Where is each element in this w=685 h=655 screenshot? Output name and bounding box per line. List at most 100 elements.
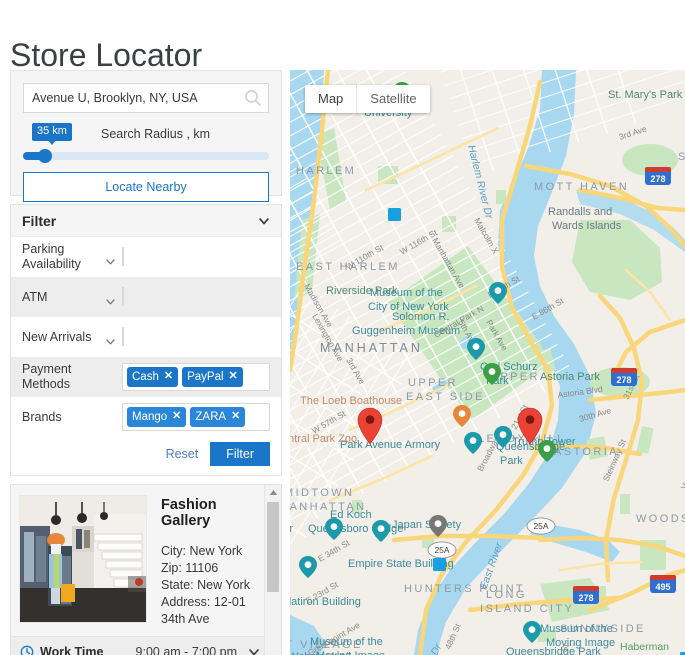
store-info: Fashion Gallery City: New York Zip: 1110… xyxy=(147,495,259,628)
filter-control: Cash ✕ PayPal ✕ xyxy=(122,363,270,391)
svg-text:25A: 25A xyxy=(434,545,449,555)
filter-row-atm: ATM Yes xyxy=(11,277,281,317)
atm-select[interactable]: Yes xyxy=(106,287,124,306)
store-meta: City: New York Zip: 11106 State: New Yor… xyxy=(161,543,259,628)
map-type-map[interactable]: Map xyxy=(305,85,356,113)
svg-text:Solomon R.: Solomon R. xyxy=(392,311,449,323)
parking-select[interactable]: Yes xyxy=(106,247,124,266)
search-panel: Search Radius , km 35 km Locate Nearby xyxy=(10,70,282,202)
scroll-up-icon[interactable] xyxy=(265,485,281,500)
tag-chip[interactable]: Mango ✕ xyxy=(127,407,187,427)
chevron-down-icon xyxy=(105,296,116,307)
chevron-down-icon xyxy=(105,256,116,267)
map-type-control[interactable]: Map Satellite xyxy=(305,85,430,113)
tag-label: Cash xyxy=(132,370,159,383)
map-canvas[interactable]: HARLEM MOTT HAVEN EAST HARLEM STEINW UPP… xyxy=(290,70,685,655)
svg-text:MIDTOWN: MIDTOWN xyxy=(290,487,354,499)
filter-control: Yes xyxy=(106,247,270,266)
svg-text:The Loeb Boathouse: The Loeb Boathouse xyxy=(300,395,402,407)
filter-row-new-arrivals: New Arrivals Please Select xyxy=(11,317,281,357)
slider-track[interactable] xyxy=(23,149,269,163)
filter-title: Filter xyxy=(22,212,57,229)
svg-text:Wards Islands: Wards Islands xyxy=(552,220,622,232)
filter-actions: Reset Filter xyxy=(11,437,281,475)
remove-tag-icon[interactable]: ✕ xyxy=(164,371,173,382)
apply-filter-button[interactable]: Filter xyxy=(210,442,270,466)
svg-text:Japan Society: Japan Society xyxy=(392,519,462,531)
tag-label: ZARA xyxy=(195,410,227,423)
svg-text:Randalls and: Randalls and xyxy=(548,206,612,218)
marker-manhattan[interactable] xyxy=(357,407,383,445)
svg-text:St. Mary's Park: St. Mary's Park xyxy=(608,89,683,101)
svg-text:Park: Park xyxy=(500,455,523,467)
radius-label: Search Radius , km xyxy=(101,127,211,141)
map-type-satellite[interactable]: Satellite xyxy=(356,85,429,113)
tag-chip[interactable]: ZARA ✕ xyxy=(190,407,246,427)
city-value: New York xyxy=(189,544,243,558)
store-address-row: Address: 12-01 34th Ave xyxy=(161,594,259,628)
svg-text:25A: 25A xyxy=(533,521,548,531)
results-scrollbar[interactable] xyxy=(264,485,281,655)
tag-chip[interactable]: Cash ✕ xyxy=(127,367,179,387)
store-name: Fashion Gallery xyxy=(161,497,217,529)
tag-label: Mango xyxy=(132,410,168,423)
tag-chip[interactable]: PayPal ✕ xyxy=(182,367,243,387)
reset-button[interactable]: Reset xyxy=(166,447,199,461)
list-item[interactable]: Fashion Gallery City: New York Zip: 1110… xyxy=(11,485,269,636)
svg-text:Moving Image: Moving Image xyxy=(546,637,615,649)
filter-row-parking: Parking Availability Yes xyxy=(11,237,281,277)
store-locator-page: Store Locator Search Radius , km 35 km xyxy=(0,0,685,655)
new-arrivals-select[interactable]: Please Select xyxy=(106,327,124,346)
store-thumbnail xyxy=(19,495,147,623)
left-panel: Search Radius , km 35 km Locate Nearby F… xyxy=(10,70,282,655)
payment-methods-tagbox[interactable]: Cash ✕ PayPal ✕ xyxy=(122,363,270,391)
search-row xyxy=(23,83,269,113)
results-panel: Fashion Gallery City: New York Zip: 1110… xyxy=(10,484,282,655)
svg-text:Center: Center xyxy=(290,523,293,535)
radius-slider[interactable]: Search Radius , km 35 km xyxy=(23,123,269,163)
remove-tag-icon[interactable]: ✕ xyxy=(231,411,240,422)
svg-text:Flatiron Building: Flatiron Building xyxy=(290,596,361,608)
svg-text:Astoria Park: Astoria Park xyxy=(540,371,600,383)
filter-control: Please Select xyxy=(106,327,270,346)
state-value: New York xyxy=(197,578,250,592)
svg-text:ISLAND CITY: ISLAND CITY xyxy=(480,603,574,615)
filter-label: Payment Methods xyxy=(22,362,72,391)
store-zip-row: Zip: 11106 xyxy=(161,560,259,577)
svg-text:Haberman: Haberman xyxy=(620,641,669,653)
svg-text:UPPER: UPPER xyxy=(408,377,458,389)
search-input[interactable] xyxy=(23,83,269,113)
slider-thumb[interactable] xyxy=(38,149,53,163)
work-time-row[interactable]: Work Time Today: 9:00 am - 7:00 pm xyxy=(11,636,269,655)
svg-text:Museum of the: Museum of the xyxy=(540,623,613,635)
tag-label: PayPal xyxy=(187,370,224,383)
city-label: City: xyxy=(161,544,186,558)
zip-label: Zip: xyxy=(161,561,182,575)
svg-text:LONG: LONG xyxy=(486,589,527,601)
remove-tag-icon[interactable]: ✕ xyxy=(229,371,238,382)
store-state-row: State: New York xyxy=(161,577,259,594)
svg-text:278: 278 xyxy=(650,174,665,184)
filter-panel: Filter Parking Availability Yes xyxy=(10,204,282,476)
scrollbar-thumb[interactable] xyxy=(267,502,279,592)
filter-row-payment-methods: Payment Methods Cash ✕ PayPal ✕ xyxy=(11,357,281,397)
marker-astoria[interactable] xyxy=(517,407,543,445)
filter-control: Yes xyxy=(106,287,270,306)
locate-nearby-button[interactable]: Locate Nearby xyxy=(23,172,269,202)
work-time-label: Work Time Today: xyxy=(40,645,104,655)
brands-tagbox[interactable]: Mango ✕ ZARA ✕ xyxy=(122,403,270,431)
svg-text:EAST SIDE: EAST SIDE xyxy=(406,391,485,403)
filter-row-brands: Brands Mango ✕ ZARA ✕ xyxy=(11,397,281,437)
chevron-down-icon[interactable] xyxy=(247,645,261,655)
address-label: Address: xyxy=(161,595,211,609)
remove-tag-icon[interactable]: ✕ xyxy=(172,411,181,422)
chevron-down-icon[interactable] xyxy=(257,214,271,228)
svg-text:MOTT HAVEN: MOTT HAVEN xyxy=(534,181,629,193)
work-time-value: 9:00 am - 7:00 pm xyxy=(135,645,237,655)
svg-text:495: 495 xyxy=(655,582,670,592)
filter-header[interactable]: Filter xyxy=(11,205,281,237)
store-city-row: City: New York xyxy=(161,543,259,560)
radius-value-tooltip: 35 km xyxy=(32,123,72,145)
zip-value: 11106 xyxy=(185,561,219,575)
state-label: State: xyxy=(161,578,194,592)
